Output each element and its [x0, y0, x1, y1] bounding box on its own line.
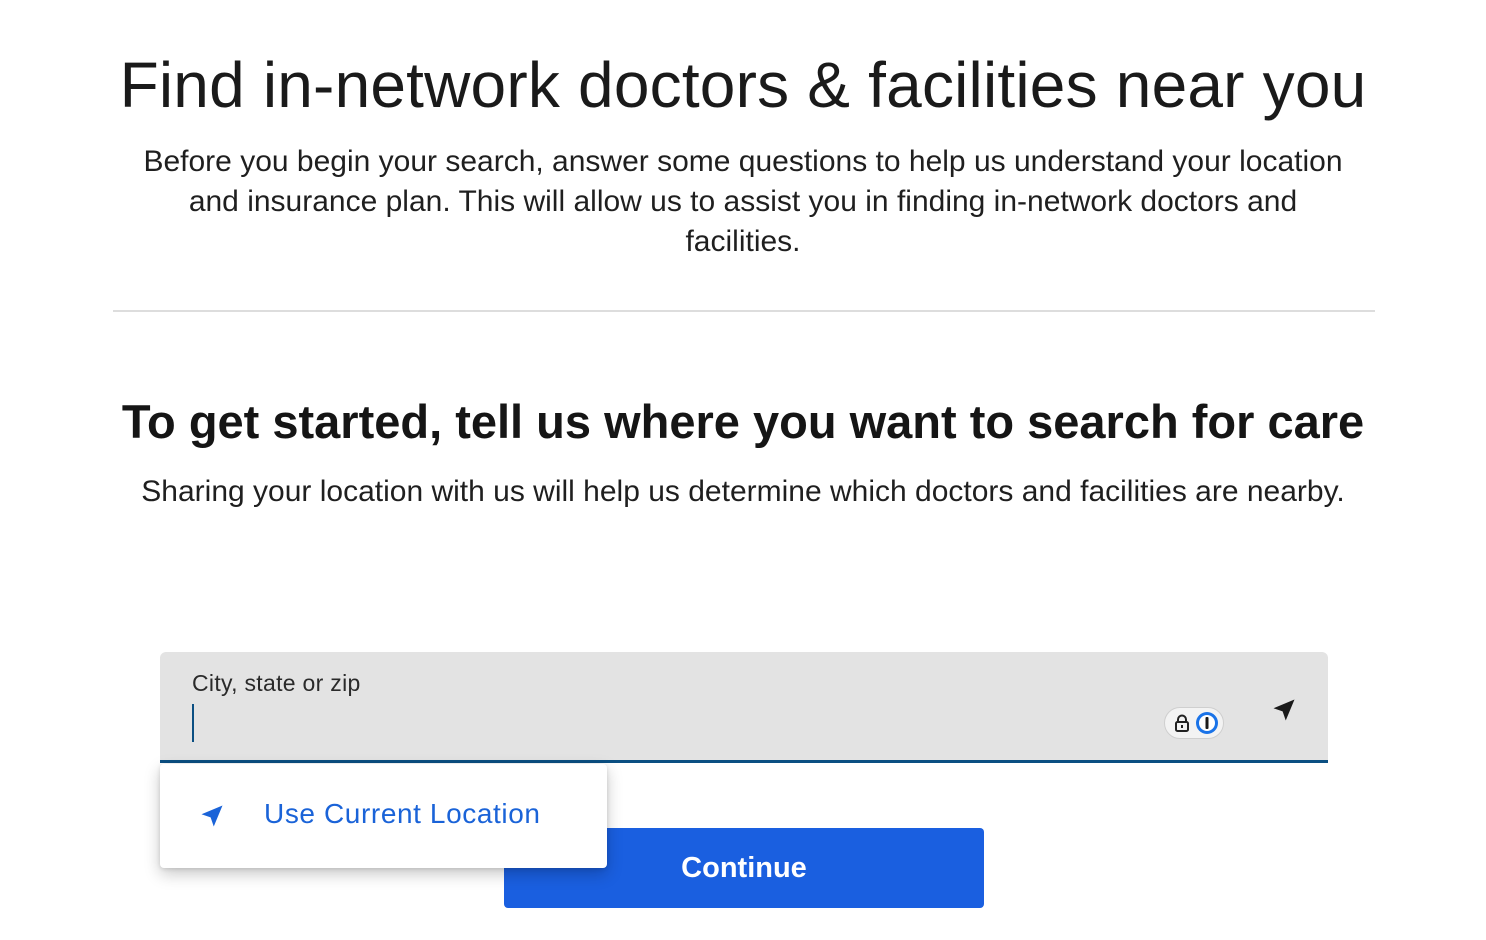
- geolocate-button[interactable]: [1264, 690, 1304, 730]
- use-current-location-option[interactable]: Use Current Location: [160, 764, 607, 868]
- password-manager-button[interactable]: [1164, 707, 1224, 739]
- location-suggestions-menu: Use Current Location: [160, 764, 607, 868]
- page: Find in-network doctors & facilities nea…: [0, 0, 1486, 940]
- step-title: To get started, tell us where you want t…: [121, 395, 1365, 448]
- lock-icon: [1175, 714, 1189, 732]
- step-description: Sharing your location with us will help …: [141, 475, 1345, 508]
- page-title: Find in-network doctors & facilities nea…: [119, 49, 1367, 121]
- location-arrow-icon: [1273, 699, 1295, 721]
- location-input[interactable]: [192, 702, 1092, 744]
- location-arrow-icon: [201, 805, 223, 827]
- page-intro: Before you begin your search, answer som…: [143, 145, 1343, 258]
- use-current-location-label: Use Current Location: [264, 798, 541, 829]
- section-divider: [113, 310, 1375, 312]
- password-manager-icon: [1196, 712, 1218, 734]
- text-caret: [192, 704, 194, 742]
- location-field[interactable]: City, state or zip: [160, 652, 1328, 763]
- location-field-label: City, state or zip: [192, 670, 361, 696]
